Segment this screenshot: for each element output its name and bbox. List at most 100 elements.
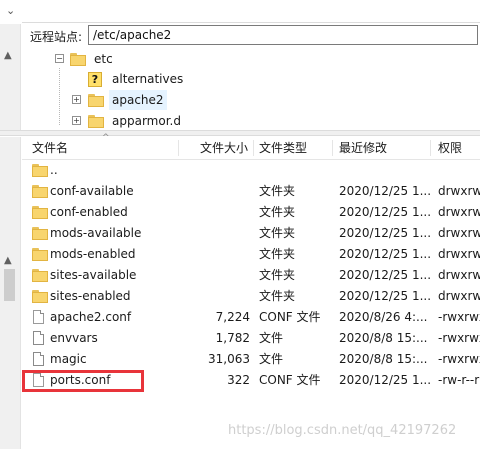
tree-scrollbar[interactable]: ▲ ▼ xyxy=(0,24,21,244)
column-divider[interactable] xyxy=(430,140,431,156)
column-permissions[interactable]: 权限 xyxy=(438,137,462,159)
folder-icon xyxy=(32,290,48,303)
file-row[interactable]: mods-enabled 文件夹 2020/12/25 1... drwxrwx xyxy=(22,244,480,265)
file-permissions: drwxrwx xyxy=(438,247,480,261)
file-modified: 2020/12/25 1... xyxy=(339,226,431,240)
file-row-parent[interactable]: .. xyxy=(22,160,480,181)
tree-node-label: etc xyxy=(94,52,113,66)
file-name: sites-available xyxy=(50,268,137,282)
file-name: conf-enabled xyxy=(50,205,128,219)
file-permissions: -rwxrwx xyxy=(438,352,480,366)
file-modified: 2020/8/8 15:... xyxy=(339,331,428,345)
file-name: conf-available xyxy=(50,184,134,198)
file-row[interactable]: sites-available 文件夹 2020/12/25 1... drwx… xyxy=(22,265,480,286)
remote-path-bar: 远程站点: xyxy=(22,24,480,48)
file-row[interactable]: conf-available 文件夹 2020/12/25 1... drwxr… xyxy=(22,181,480,202)
folder-icon xyxy=(32,206,48,219)
file-permissions: -rwxrwx xyxy=(438,310,480,324)
column-divider[interactable] xyxy=(178,140,179,156)
expand-icon[interactable]: + xyxy=(72,116,81,125)
file-permissions: drwxrwx xyxy=(438,205,480,219)
folder-icon xyxy=(32,227,48,240)
collapse-icon[interactable]: − xyxy=(55,54,64,63)
file-size: 31,063 xyxy=(208,352,250,366)
file-type: 文件 xyxy=(259,331,284,345)
column-type[interactable]: 文件类型 xyxy=(259,137,307,159)
column-name[interactable]: 文件名 xyxy=(32,137,68,159)
scroll-thumb[interactable] xyxy=(4,269,15,301)
folder-icon xyxy=(32,269,48,282)
tree-node-label: alternatives xyxy=(112,72,184,86)
directory-tree: − etc ? alternatives + apache2 + apparmo… xyxy=(22,48,480,130)
collapse-chevron-icon[interactable]: ⌄ xyxy=(6,4,15,17)
file-row[interactable]: mods-available 文件夹 2020/12/25 1... drwxr… xyxy=(22,223,480,244)
top-strip: ⌄ xyxy=(0,0,480,24)
file-permissions: -rw-r--r xyxy=(438,373,480,387)
file-modified: 2020/12/25 1... xyxy=(339,184,431,198)
remote-site-label: 远程站点: xyxy=(30,30,83,44)
file-modified: 2020/12/25 1... xyxy=(339,289,431,303)
file-type: 文件夹 xyxy=(259,205,296,219)
file-type: 文件夹 xyxy=(259,268,296,282)
file-modified: 2020/8/8 15:... xyxy=(339,352,428,366)
folder-icon xyxy=(32,164,48,177)
column-size[interactable]: 文件大小 xyxy=(200,137,248,159)
file-modified: 2020/12/25 1... xyxy=(339,247,431,261)
file-size: 7,224 xyxy=(215,310,250,324)
pane-splitter[interactable] xyxy=(0,130,480,136)
file-name: mods-available xyxy=(50,226,142,240)
file-row[interactable]: envvars 1,782 文件 2020/8/8 15:... -rwxrwx xyxy=(22,328,480,349)
file-name: magic xyxy=(50,352,87,366)
sort-ascending-icon: ^ xyxy=(102,133,110,143)
file-type: CONF 文件 xyxy=(259,373,321,387)
file-name: mods-enabled xyxy=(50,247,136,261)
column-divider[interactable] xyxy=(253,140,254,156)
folder-icon xyxy=(32,185,48,198)
file-row[interactable]: magic 31,063 文件 2020/8/8 15:... -rwxrwx xyxy=(22,349,480,370)
file-icon xyxy=(33,352,44,366)
file-permissions: -rwxrwx xyxy=(438,331,480,345)
highlight-annotation xyxy=(22,370,144,392)
scroll-up-icon[interactable]: ▲ xyxy=(4,50,12,61)
column-divider[interactable] xyxy=(332,140,333,156)
file-name: sites-enabled xyxy=(50,289,131,303)
file-name: .. xyxy=(50,163,58,177)
file-row[interactable]: sites-enabled 文件夹 2020/12/25 1... drwxrw… xyxy=(22,286,480,307)
column-modified[interactable]: 最近修改 xyxy=(339,137,387,159)
file-list: .. conf-available 文件夹 2020/12/25 1... dr… xyxy=(22,160,480,400)
watermark: https://blog.csdn.net/qq_42197262 xyxy=(228,423,457,438)
file-modified: 2020/12/25 1... xyxy=(339,373,431,387)
file-row[interactable]: apache2.conf 7,224 CONF 文件 2020/8/26 4:.… xyxy=(22,307,480,328)
file-permissions: drwxrwx xyxy=(438,289,480,303)
file-type: CONF 文件 xyxy=(259,310,321,324)
tree-guide-line xyxy=(59,68,60,126)
expand-icon[interactable]: + xyxy=(72,95,81,104)
tree-node-label: apparmor.d xyxy=(112,114,181,128)
file-type: 文件 xyxy=(259,352,284,366)
file-type: 文件夹 xyxy=(259,247,296,261)
file-name: apache2.conf xyxy=(50,310,132,324)
folder-icon xyxy=(70,53,86,66)
file-row[interactable]: conf-enabled 文件夹 2020/12/25 1... drwxrwx xyxy=(22,202,480,223)
divider xyxy=(22,22,480,23)
unknown-folder-icon: ? xyxy=(88,72,102,87)
file-permissions: drwxrwx xyxy=(438,268,480,282)
tree-node-label: apache2 xyxy=(109,90,167,110)
folder-icon xyxy=(32,248,48,261)
file-modified: 2020/12/25 1... xyxy=(339,205,431,219)
file-permissions: drwxrwx xyxy=(438,184,480,198)
folder-icon xyxy=(88,115,104,128)
file-list-header: ^ 文件名 文件大小 文件类型 最近修改 权限 xyxy=(22,133,480,160)
remote-path-input[interactable] xyxy=(88,25,478,45)
file-type: 文件夹 xyxy=(259,289,296,303)
file-size: 322 xyxy=(227,373,250,387)
file-permissions: drwxrwx xyxy=(438,226,480,240)
file-name: envvars xyxy=(50,331,98,345)
list-scrollbar[interactable]: ▲ xyxy=(0,137,21,449)
file-type: 文件夹 xyxy=(259,184,296,198)
file-type: 文件夹 xyxy=(259,226,296,240)
scroll-up-icon[interactable]: ▲ xyxy=(4,255,12,266)
file-icon xyxy=(33,331,44,345)
file-size: 1,782 xyxy=(215,331,250,345)
folder-icon xyxy=(88,94,104,107)
